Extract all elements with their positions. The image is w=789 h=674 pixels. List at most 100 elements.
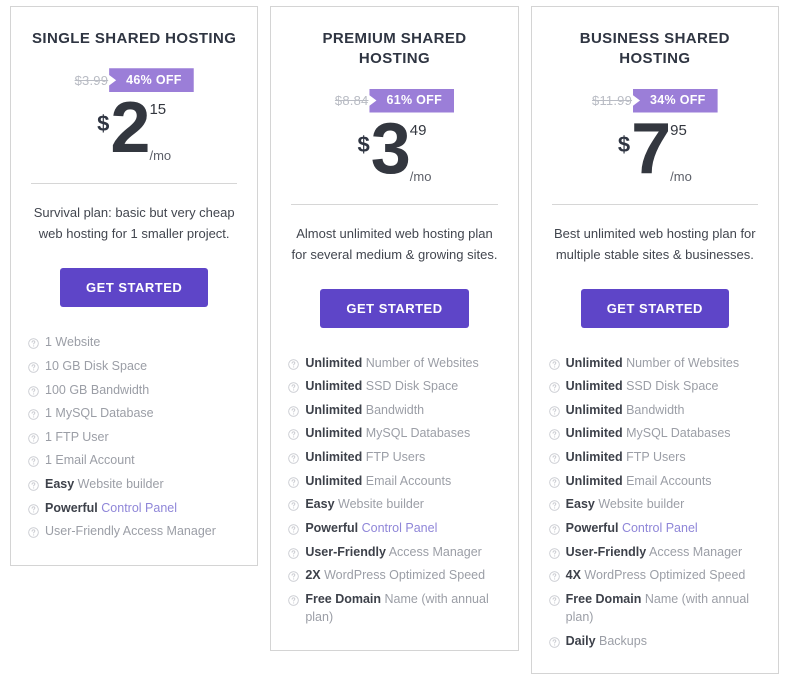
get-started-button[interactable]: GET STARTED [60, 268, 209, 308]
currency-symbol: $ [617, 131, 631, 157]
help-circle-icon[interactable] [28, 336, 39, 350]
help-circle-icon[interactable] [288, 427, 300, 441]
feature-text: User-Friendly Access Manager [305, 543, 481, 561]
feature-strong: Easy [565, 497, 595, 512]
help-circle-icon[interactable] [288, 357, 300, 370]
feature-text: 1 Email Account [45, 451, 135, 469]
help-circle-icon[interactable] [28, 360, 39, 373]
help-circle-icon[interactable] [288, 593, 300, 606]
feature-rest: WordPress Optimized Speed [320, 568, 486, 583]
feature-text: 1 Website [45, 333, 100, 351]
feature-item: Easy Website builder [28, 475, 243, 493]
plan-description: Survival plan: basic but very cheap web … [33, 205, 235, 242]
help-circle-icon[interactable] [28, 502, 39, 515]
help-circle-icon[interactable] [288, 380, 300, 393]
cta-wrapper: GET STARTED [25, 268, 243, 308]
feature-strong: Unlimited [305, 355, 363, 370]
help-circle-icon[interactable] [548, 475, 560, 488]
divider [291, 203, 498, 205]
feature-strong: Unlimited [305, 379, 363, 394]
divider [551, 203, 758, 205]
help-circle-icon[interactable] [288, 522, 300, 535]
get-started-button[interactable]: GET STARTED [580, 288, 729, 328]
help-circle-icon[interactable] [28, 525, 39, 539]
help-circle-icon[interactable] [288, 451, 300, 464]
feature-rest: WordPress Optimized Speed [580, 568, 746, 583]
feature-item: 10 GB Disk Space [28, 357, 243, 375]
help-circle-icon[interactable] [288, 404, 300, 417]
help-circle-icon[interactable] [548, 357, 560, 370]
price-period: /mo [670, 168, 692, 184]
help-circle-icon[interactable] [548, 569, 560, 582]
plan-description: Almost unlimited web hosting plan for se… [291, 225, 498, 262]
help-circle-icon[interactable] [548, 635, 560, 648]
feature-text: Unlimited Email Accounts [566, 472, 712, 490]
feature-item: Free Domain Name (with annual plan) [288, 590, 503, 626]
help-circle-icon[interactable] [548, 380, 560, 393]
feature-text: 100 GB Bandwidth [45, 381, 149, 399]
old-price: $11.99 [592, 93, 633, 108]
feature-strong: User-Friendly [305, 544, 386, 559]
feature-list: 1 Website 10 GB Disk Space 100 GB Bandwi… [25, 333, 243, 540]
feature-text: Unlimited SSD Disk Space [566, 377, 719, 395]
feature-rest: 1 Website [45, 335, 101, 350]
help-circle-icon[interactable] [548, 404, 560, 417]
feature-strong: Easy [305, 497, 335, 512]
feature-text: 2X WordPress Optimized Speed [305, 566, 485, 584]
help-circle-icon[interactable] [548, 451, 560, 464]
help-circle-icon[interactable] [28, 407, 39, 420]
feature-strong: Powerful [45, 500, 98, 515]
feature-text: User-Friendly Access Manager [45, 522, 216, 540]
feature-text: Free Domain Name (with annual plan) [566, 590, 764, 626]
feature-link[interactable]: Control Panel [362, 521, 438, 535]
feature-strong: 2X [305, 568, 321, 583]
feature-item: User-Friendly Access Manager [548, 543, 764, 561]
feature-text: Powerful Control Panel [566, 519, 698, 537]
feature-text: Unlimited MySQL Databases [566, 424, 731, 442]
price-suffix: 15 /mo [149, 99, 171, 162]
feature-item: 1 Email Account [28, 451, 243, 469]
feature-strong: Unlimited [305, 473, 363, 488]
feature-strong: 4X [565, 568, 581, 583]
help-circle-icon[interactable] [28, 431, 39, 444]
help-circle-icon[interactable] [28, 384, 39, 397]
feature-text: Unlimited Number of Websites [566, 354, 739, 372]
help-circle-icon[interactable] [288, 569, 300, 582]
feature-text: Powerful Control Panel [305, 519, 437, 537]
help-circle-icon[interactable] [548, 546, 560, 559]
feature-item: Unlimited Number of Websites [548, 354, 764, 372]
feature-text: Free Domain Name (with annual plan) [305, 590, 503, 626]
help-circle-icon[interactable] [28, 454, 39, 468]
old-price: $3.99 [74, 72, 109, 88]
feature-item: Easy Website builder [548, 495, 764, 513]
help-circle-icon[interactable] [548, 427, 560, 441]
feature-link[interactable]: Control Panel [622, 521, 698, 535]
feature-rest: MySQL Databases [622, 426, 731, 441]
feature-rest: 1 Email Account [45, 453, 135, 468]
price-amount: 2 [110, 88, 150, 169]
help-circle-icon[interactable] [288, 498, 300, 512]
feature-text: Unlimited FTP Users [566, 448, 686, 466]
help-circle-icon[interactable] [548, 593, 560, 606]
feature-item: Easy Website builder [288, 495, 503, 513]
feature-strong: Unlimited [305, 450, 363, 465]
feature-text: 1 FTP User [45, 428, 109, 446]
feature-item: Daily Backups [548, 632, 764, 650]
feature-text: Unlimited SSD Disk Space [305, 377, 458, 395]
feature-strong: Unlimited [565, 402, 623, 417]
help-circle-icon[interactable] [28, 478, 39, 491]
help-circle-icon[interactable] [548, 498, 560, 512]
feature-link[interactable]: Control Panel [101, 501, 177, 515]
feature-strong: Unlimited [305, 402, 363, 417]
get-started-button[interactable]: GET STARTED [320, 288, 469, 328]
feature-rest: Access Manager [646, 544, 743, 559]
help-circle-icon[interactable] [288, 546, 300, 559]
price-cents: 15 [149, 101, 167, 119]
currency-symbol: $ [97, 111, 110, 137]
feature-text: Unlimited Bandwidth [305, 401, 424, 419]
help-circle-icon[interactable] [548, 522, 560, 535]
feature-strong: Unlimited [565, 426, 623, 441]
feature-item: User-Friendly Access Manager [28, 522, 243, 540]
help-circle-icon[interactable] [288, 475, 300, 488]
feature-rest: Website builder [74, 477, 164, 492]
